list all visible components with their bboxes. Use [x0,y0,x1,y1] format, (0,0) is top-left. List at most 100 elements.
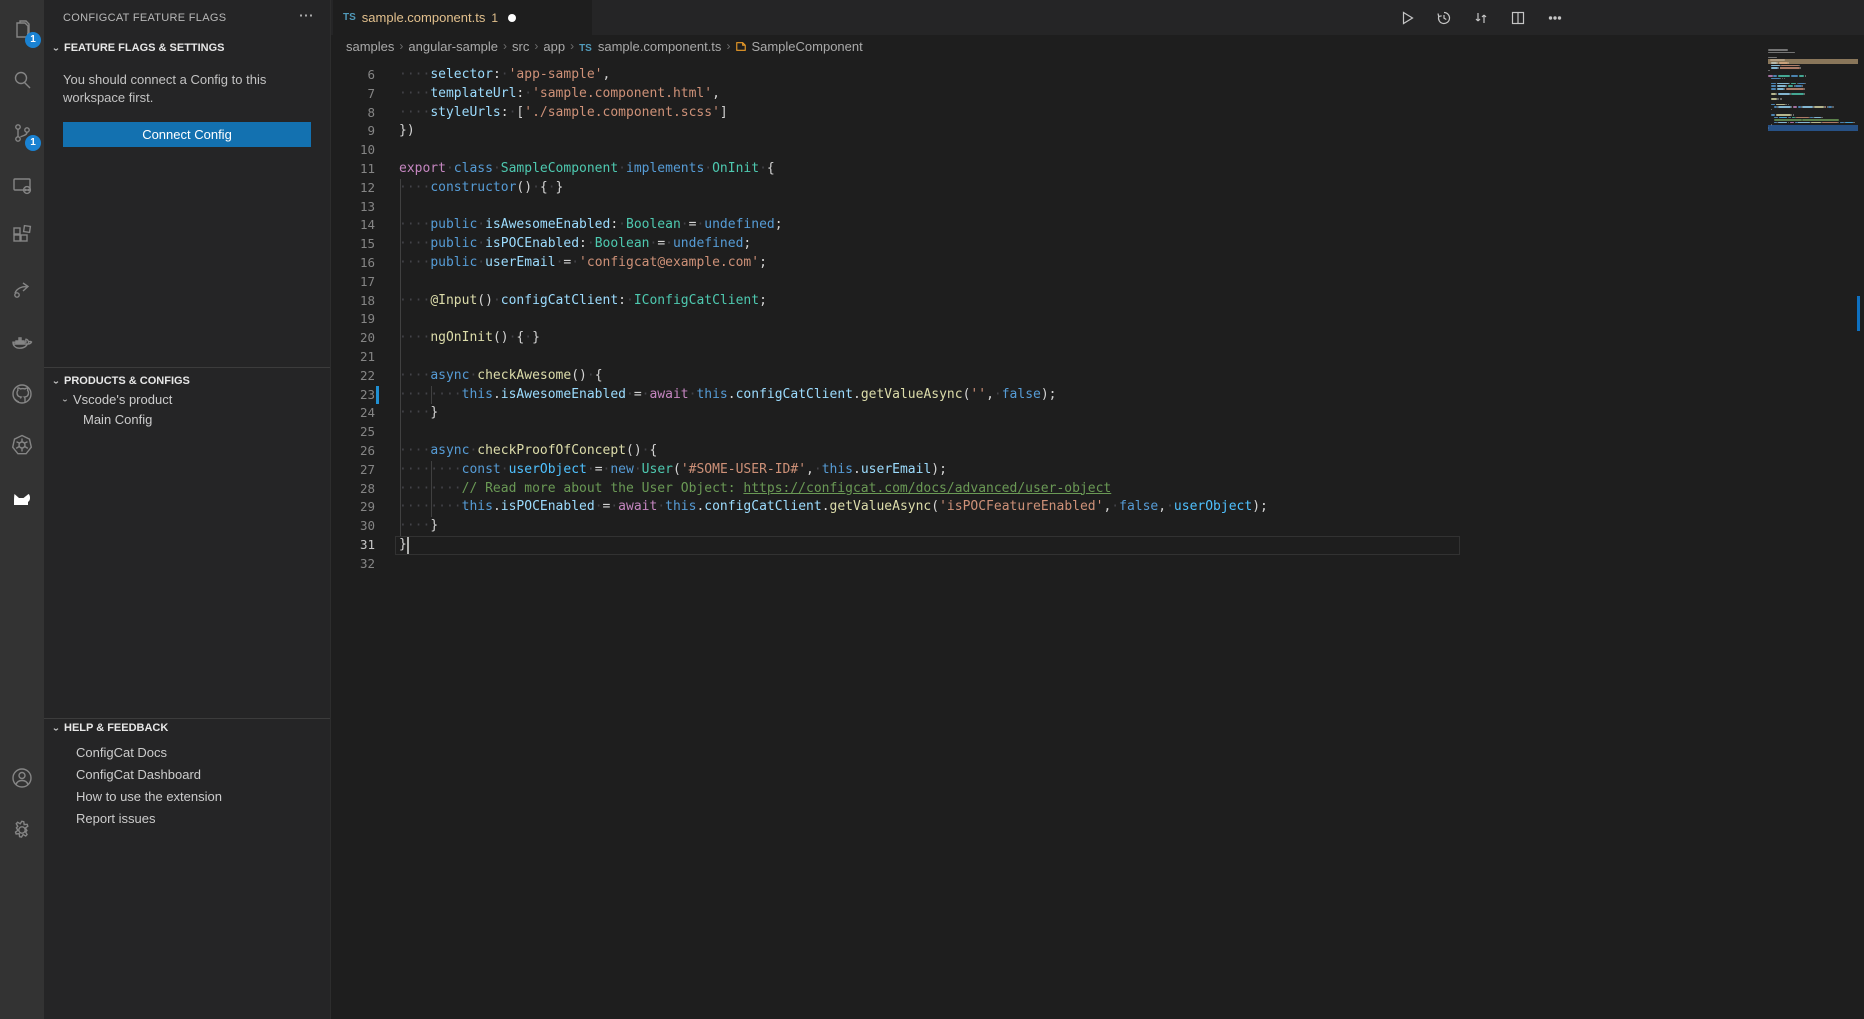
code-line-19[interactable]: 19 [331,310,1864,329]
line-number[interactable]: 6 [331,66,375,85]
section-feature-flags[interactable]: ⌄ FEATURE FLAGS & SETTINGS [44,37,330,59]
help-item-configcat-docs[interactable]: ConfigCat Docs [44,742,330,763]
code-line-13[interactable]: 13 [331,198,1864,217]
code-line-6[interactable]: 6····selector:·'app-sample', [331,66,1864,85]
section-help-feedback[interactable]: ⌄ HELP & FEEDBACK [44,717,330,739]
timeline-icon[interactable] [1430,4,1458,32]
code-line-16[interactable]: 16····public·userEmail·=·'configcat@exam… [331,254,1864,273]
code-editor[interactable]: 6····selector:·'app-sample',7····templat… [331,57,1864,1019]
minimap[interactable] [1768,49,1858,137]
line-number[interactable]: 21 [331,348,375,367]
code-line-28[interactable]: 28········// Read more about the User Ob… [331,480,1864,499]
code-line-18[interactable]: 18····@Input()·configCatClient:·IConfigC… [331,292,1864,311]
code-line-17[interactable]: 17 [331,273,1864,292]
line-number[interactable]: 29 [331,498,375,517]
source-control-icon[interactable]: 1 [0,111,44,155]
line-number[interactable]: 15 [331,235,375,254]
line-number[interactable]: 11 [331,160,375,179]
minimap-line [1780,78,1782,80]
sidebar-more-actions[interactable]: ⋯ [294,6,320,28]
code-line-21[interactable]: 21 [331,348,1864,367]
line-number[interactable]: 22 [331,367,375,386]
minimap-line [1779,117,1787,119]
code-line-25[interactable]: 25 [331,423,1864,442]
dirty-indicator-dot[interactable] [508,14,516,22]
configcat-icon[interactable] [0,476,44,520]
code-line-9[interactable]: 9}) [331,122,1864,141]
line-number[interactable]: 18 [331,292,375,311]
line-number[interactable]: 19 [331,310,375,329]
line-number[interactable]: 25 [331,423,375,442]
code-line-11[interactable]: 11export·class·SampleComponent·implement… [331,160,1864,179]
more-actions-icon[interactable] [1541,4,1569,32]
code-line-24[interactable]: 24····} [331,404,1864,423]
code-line-15[interactable]: 15····public·isPOCEnabled:·Boolean·=·und… [331,235,1864,254]
compare-changes-icon[interactable] [1467,4,1495,32]
code-line-30[interactable]: 30····} [331,517,1864,536]
search-icon[interactable] [0,58,44,102]
breadcrumb-segment[interactable]: src [512,39,529,54]
line-number[interactable]: 27 [331,461,375,480]
minimap-line [1778,122,1787,124]
docker-icon[interactable] [0,321,44,365]
line-number[interactable]: 8 [331,104,375,123]
line-number[interactable]: 13 [331,198,375,217]
line-number[interactable]: 12 [331,179,375,198]
code-line-32[interactable]: 32 [331,555,1864,574]
line-number[interactable]: 24 [331,404,375,423]
line-number[interactable]: 23 [331,386,375,405]
code-line-7[interactable]: 7····templateUrl:·'sample.component.html… [331,85,1864,104]
help-item-configcat-dashboard[interactable]: ConfigCat Dashboard [44,764,330,785]
tree-item-vscode-s-product[interactable]: ⌄Vscode's product [44,389,330,410]
line-number[interactable]: 20 [331,329,375,348]
line-number[interactable]: 10 [331,141,375,160]
line-number[interactable]: 28 [331,480,375,499]
accounts-icon[interactable] [0,756,44,800]
code-line-content: ········this.isPOCEnabled·=·await·this.c… [399,498,1268,517]
share-icon[interactable] [0,268,44,312]
line-number[interactable]: 7 [331,85,375,104]
extensions-icon[interactable] [0,214,44,258]
github-icon[interactable] [0,372,44,416]
minimap-line [1782,78,1783,80]
line-number[interactable]: 26 [331,442,375,461]
split-editor-icon[interactable] [1504,4,1532,32]
overview-ruler-modified-mark[interactable] [1857,296,1860,331]
activity-bar: 1 1 [0,0,44,1019]
connect-config-button[interactable]: Connect Config [63,122,311,147]
line-number[interactable]: 31 [331,536,375,555]
class-symbol-icon [735,42,747,54]
run-button[interactable] [1393,4,1421,32]
code-line-27[interactable]: 27········const·userObject·=·new·User('#… [331,461,1864,480]
line-number[interactable]: 14 [331,216,375,235]
minimap-line [1780,67,1800,69]
breadcrumb-segment[interactable]: app [543,39,565,54]
breadcrumb-segment[interactable]: TSsample.component.ts [579,39,721,54]
line-number[interactable]: 17 [331,273,375,292]
line-number[interactable]: 30 [331,517,375,536]
breadcrumb-segment[interactable]: SampleComponent [735,39,862,54]
kubernetes-icon[interactable] [0,423,44,467]
code-line-22[interactable]: 22····async·checkAwesome()·{ [331,367,1864,386]
code-line-14[interactable]: 14····public·isAwesomeEnabled:·Boolean·=… [331,216,1864,235]
code-line-10[interactable]: 10 [331,141,1864,160]
tree-item-main-config[interactable]: Main Config [44,409,330,430]
tab-sample-component[interactable]: TS sample.component.ts 1 [333,0,592,35]
explorer-icon[interactable]: 1 [0,8,44,52]
help-item-report-issues[interactable]: Report issues [44,808,330,829]
line-number[interactable]: 16 [331,254,375,273]
settings-gear-icon[interactable] [0,808,44,852]
remote-explorer-icon[interactable] [0,164,44,208]
breadcrumb-segment[interactable]: angular-sample [408,39,498,54]
code-line-12[interactable]: 12····constructor()·{·} [331,179,1864,198]
code-line-31[interactable]: 31} [331,536,1864,555]
code-line-23[interactable]: 23········this.isAwesomeEnabled·=·await·… [331,386,1864,405]
help-item-how-to-use-the-extension[interactable]: How to use the extension [44,786,330,807]
line-number[interactable]: 9 [331,122,375,141]
code-line-29[interactable]: 29 ········this.isPOCEnabled·=·await·this… [331,498,1864,517]
code-line-26[interactable]: 26····async·checkProofOfConcept()·{ [331,442,1864,461]
breadcrumb-segment[interactable]: samples [346,39,394,54]
line-number[interactable]: 32 [331,555,375,574]
code-line-8[interactable]: 8····styleUrls:·['./sample.component.scs… [331,104,1864,123]
code-line-20[interactable]: 20····ngOnInit()·{·} [331,329,1864,348]
